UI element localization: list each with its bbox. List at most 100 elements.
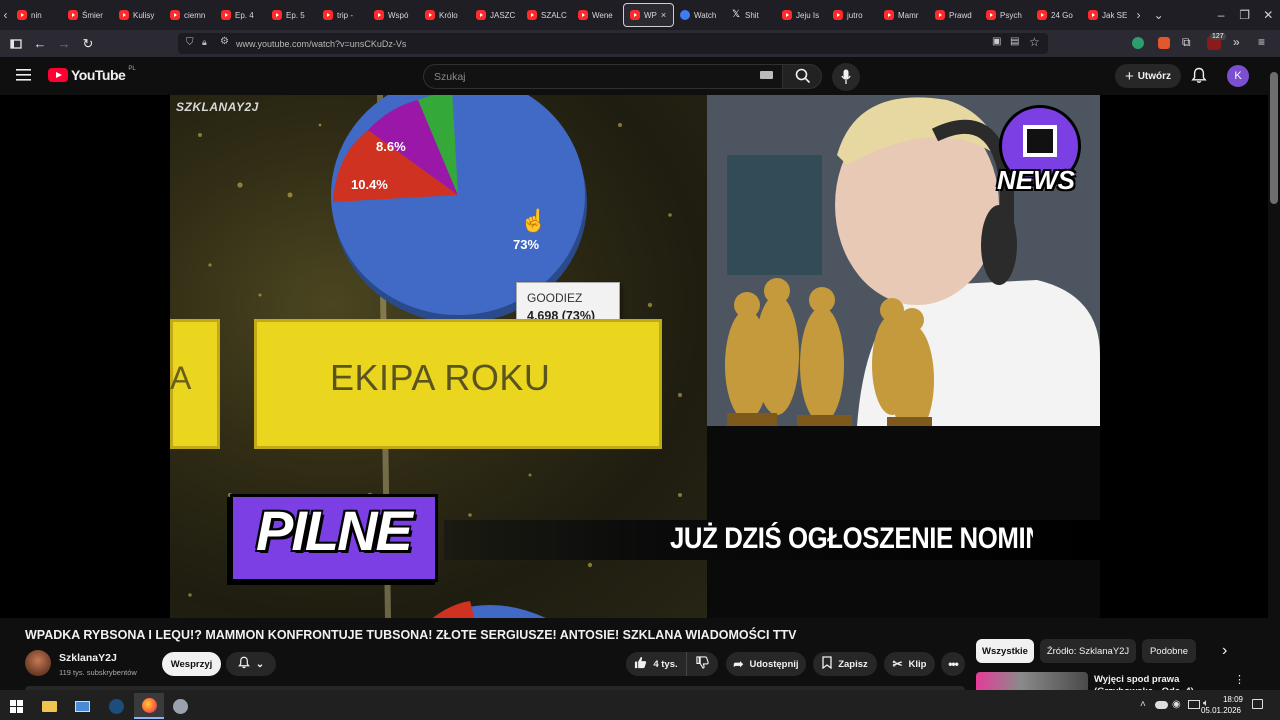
share-button[interactable]: ➦ Udostępnij	[726, 652, 806, 676]
browser-tab[interactable]: ciemn	[164, 3, 215, 27]
browser-tab[interactable]: Jeju Is	[776, 3, 827, 27]
scroll-tabs-right-icon[interactable]: ›	[1133, 3, 1144, 27]
browser-tab[interactable]: jutro	[827, 3, 878, 27]
chip-source[interactable]: Źródło: SzklanaY2J	[1040, 639, 1136, 663]
steam-icon[interactable]	[106, 696, 126, 716]
picture-icon[interactable]: ▣	[992, 36, 1001, 47]
tooltip-name: GOODIEZ	[527, 291, 583, 305]
browser-tab[interactable]: Psych	[980, 3, 1031, 27]
app-menu-icon[interactable]: ≡	[1258, 35, 1265, 49]
chips-next-icon[interactable]: ›	[1222, 642, 1227, 660]
browser-tab[interactable]: trip -	[317, 3, 368, 27]
url-text[interactable]: www.youtube.com/watch?v=unsCKuDz-Vs	[236, 39, 406, 49]
browser-tab-label: Prawd	[949, 10, 972, 20]
hamburger-menu-icon[interactable]	[16, 68, 32, 82]
channel-name[interactable]: SzklanaY2J	[59, 652, 117, 664]
chip-all[interactable]: Wszystkie	[976, 639, 1034, 663]
address-bar[interactable]: ⛉ 🔒︎ ⚙ www.youtube.com/watch?v=unsCKuDz-…	[178, 33, 1048, 54]
reader-icon[interactable]: ▤	[1010, 36, 1019, 47]
restore-window-icon[interactable]: ❐	[1233, 3, 1257, 27]
close-window-icon[interactable]: ✕	[1256, 3, 1280, 27]
keyboard-icon[interactable]	[760, 71, 773, 79]
reload-icon[interactable]: ↻	[76, 32, 100, 56]
clip-button[interactable]: ✂ Klip	[884, 652, 935, 676]
notifications-bell-icon[interactable]	[1191, 67, 1207, 89]
like-button[interactable]: 4 tys.	[626, 652, 686, 676]
firefox-icon[interactable]	[134, 693, 164, 719]
windows-taskbar	[0, 690, 1280, 720]
sidebar-toggle-icon[interactable]	[4, 32, 28, 56]
scrollbar-thumb[interactable]	[1270, 72, 1278, 204]
permissions-icon[interactable]: ⚙	[220, 36, 229, 47]
network-icon[interactable]: ◉	[1172, 699, 1181, 710]
subscription-bell-button[interactable]: ⌄	[226, 652, 276, 676]
list-all-tabs-icon[interactable]: ⌄	[1150, 3, 1167, 27]
browser-tab[interactable]: 24 Go	[1031, 3, 1082, 27]
browser-tab[interactable]: Watch	[674, 3, 725, 27]
tray-chevron-up-icon[interactable]: ˄	[1140, 699, 1146, 710]
back-icon[interactable]: ←	[28, 32, 52, 56]
windows-start-icon[interactable]	[6, 696, 26, 716]
create-label: Utwórz	[1137, 70, 1172, 82]
browser-tab[interactable]: Mamr	[878, 3, 929, 27]
fox-extension-icon[interactable]	[1158, 37, 1170, 49]
browser-tab[interactable]: Ep. 4	[215, 3, 266, 27]
youtube-icon	[119, 10, 129, 20]
search-input[interactable]: Szukaj	[423, 64, 783, 89]
shield-icon[interactable]: ⛉	[186, 37, 194, 48]
browser-tab[interactable]: Kulisy	[113, 3, 164, 27]
browser-tab[interactable]: 𝕏 Shit	[725, 3, 776, 27]
browser-tab[interactable]: SZALC	[521, 3, 572, 27]
browser-tab[interactable]: Śmier	[62, 3, 113, 27]
clock-date[interactable]: 05.01.2026	[1196, 706, 1246, 715]
account-avatar[interactable]: K	[1227, 65, 1249, 87]
voice-search-button[interactable]	[832, 63, 860, 91]
support-button[interactable]: Wesprzyj	[162, 652, 221, 676]
video-webcam-panel: NEWS	[707, 95, 1100, 426]
browser-tab[interactable]: Ep. 5	[266, 3, 317, 27]
youtube-logo[interactable]: YouTube PL	[48, 66, 136, 83]
browser-tab[interactable]: Królo	[419, 3, 470, 27]
browser-tab[interactable]: Wspó	[368, 3, 419, 27]
clock-time[interactable]: 18:09	[1208, 695, 1258, 704]
browser-tab[interactable]: Jak SE	[1082, 3, 1133, 27]
chip-source-label: Źródło: SzklanaY2J	[1046, 645, 1130, 657]
notifications-icon[interactable]	[1252, 699, 1263, 709]
youtube-logo-text: YouTube	[71, 67, 126, 83]
browser-tab-label: Psych	[1000, 10, 1022, 20]
browser-tab-label: ciemn	[184, 10, 206, 20]
browser-tab-label: JASZC	[490, 10, 516, 20]
more-actions-button[interactable]: •••	[941, 652, 965, 676]
game-app-icon[interactable]	[170, 696, 190, 716]
onedrive-icon[interactable]	[1155, 701, 1168, 709]
pie-label-10-4: 10.4%	[351, 177, 388, 192]
related-video-title[interactable]: Wyjęci spod prawa (Grzybowska - Odc. 4)	[1094, 674, 1234, 690]
dislike-button[interactable]	[686, 652, 718, 676]
browser-tab[interactable]: WP ×	[623, 3, 674, 27]
close-tab-icon[interactable]: ×	[661, 10, 666, 20]
support-label: Wesprzyj	[170, 658, 213, 670]
related-more-icon[interactable]: ⋮	[1234, 673, 1245, 686]
related-video-thumbnail[interactable]	[976, 672, 1088, 690]
channel-avatar[interactable]	[25, 650, 51, 676]
banner-text: EKIPA ROKU	[330, 357, 551, 398]
file-explorer-icon[interactable]	[39, 696, 59, 716]
browser-tab[interactable]: Wene	[572, 3, 623, 27]
overflow-chevrons-icon[interactable]: »	[1233, 35, 1240, 49]
shield-extension-icon[interactable]	[1132, 37, 1144, 49]
forward-icon[interactable]: →	[52, 32, 76, 56]
extensions-icon[interactable]: ⧉	[1182, 35, 1191, 50]
create-button[interactable]: + Utwórz	[1115, 64, 1181, 88]
browser-tab[interactable]: JASZC	[470, 3, 521, 27]
lock-icon[interactable]: 🔒︎	[202, 37, 207, 48]
chip-similar[interactable]: Podobne	[1142, 639, 1196, 663]
bookmark-star-icon[interactable]: ☆	[1029, 35, 1040, 49]
browser-tab[interactable]: nin	[11, 3, 62, 27]
microphone-icon	[841, 69, 851, 90]
browser-tab[interactable]: Prawd	[929, 3, 980, 27]
search-button[interactable]	[782, 64, 822, 89]
scroll-tabs-left-icon[interactable]: ‹	[0, 3, 11, 27]
minimize-window-icon[interactable]: –	[1209, 3, 1233, 27]
save-button[interactable]: Zapisz	[813, 652, 877, 676]
monitor-app-icon[interactable]	[72, 696, 92, 716]
